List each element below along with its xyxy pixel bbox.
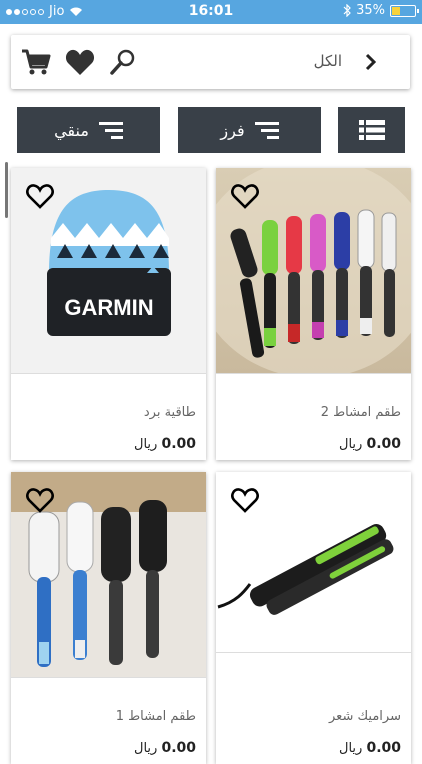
list-view-button[interactable] xyxy=(338,107,405,153)
product-card[interactable]: GARMIN طاقية برد 0.00 ريال xyxy=(11,168,206,460)
product-price: 0.00 ريال xyxy=(134,740,196,756)
filter-label: منقي xyxy=(54,120,89,140)
sort-label: فرز xyxy=(220,120,245,140)
brand-text: GARMIN xyxy=(64,295,153,320)
product-price: 0.00 ريال xyxy=(339,436,401,452)
scroll-indicator xyxy=(5,162,8,218)
card-divider xyxy=(11,677,206,678)
product-card[interactable]: طقم امشاط 2 0.00 ريال xyxy=(216,168,411,460)
filter-icon xyxy=(98,121,123,139)
list-view-icon xyxy=(358,120,385,140)
card-divider xyxy=(11,373,206,374)
heart-icon[interactable] xyxy=(65,48,95,76)
product-card[interactable]: سراميك شعر 0.00 ريال xyxy=(216,472,411,764)
favorite-icon[interactable] xyxy=(230,182,260,210)
sort-icon xyxy=(254,121,279,139)
card-divider xyxy=(216,373,411,374)
battery-percent: 35% xyxy=(356,3,385,18)
product-name[interactable]: طاقية برد xyxy=(144,405,196,420)
search-icon[interactable] xyxy=(109,48,137,76)
chevron-right-icon[interactable] xyxy=(364,53,376,71)
favorite-icon[interactable] xyxy=(25,182,55,210)
product-name[interactable]: طقم امشاط 1 xyxy=(116,709,196,724)
cart-icon[interactable] xyxy=(21,47,51,77)
category-label[interactable]: الكل xyxy=(314,52,342,70)
bluetooth-icon xyxy=(343,4,351,17)
product-card[interactable]: طقم امشاط 1 0.00 ريال xyxy=(11,472,206,764)
battery-icon xyxy=(390,4,419,17)
product-name[interactable]: طقم امشاط 2 xyxy=(321,405,401,420)
product-price: 0.00 ريال xyxy=(134,436,196,452)
status-bar: Jio 16:01 35% xyxy=(0,0,422,24)
filter-button[interactable]: منقي xyxy=(17,107,160,153)
product-price: 0.00 ريال xyxy=(339,740,401,756)
search-bar[interactable]: الكل xyxy=(11,35,410,89)
product-name[interactable]: سراميك شعر xyxy=(329,709,401,724)
favorite-icon[interactable] xyxy=(230,486,260,514)
sort-button[interactable]: فرز xyxy=(178,107,321,153)
favorite-icon[interactable] xyxy=(25,486,55,514)
card-divider xyxy=(216,652,411,653)
